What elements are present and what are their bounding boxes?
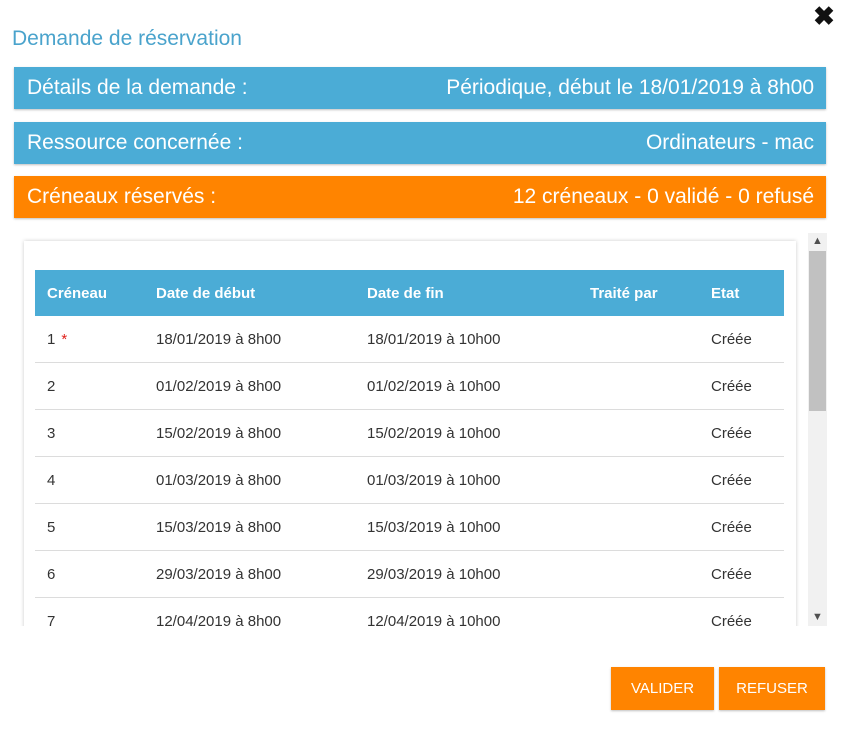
cell-creneau: 2 [35, 362, 144, 410]
cell-traite-par [578, 550, 699, 598]
cell-date-fin: 29/03/2019 à 10h00 [355, 550, 578, 598]
dialog-title: Demande de réservation [12, 27, 242, 50]
slots-table: Créneau Date de début Date de fin Traité… [35, 270, 784, 626]
cell-date-debut: 01/02/2019 à 8h00 [144, 362, 355, 410]
cell-traite-par [578, 503, 699, 551]
slots-value: 12 créneaux - 0 validé - 0 refusé [512, 185, 814, 208]
details-label: Détails de la demande : [27, 76, 248, 99]
header-date-fin: Date de fin [367, 284, 444, 302]
cell-etat: Créée [699, 503, 784, 551]
cell-date-debut: 15/03/2019 à 8h00 [144, 503, 355, 551]
validate-button[interactable]: VALIDER [611, 667, 714, 710]
cell-creneau: 3 [35, 409, 144, 457]
refuse-button[interactable]: REFUSER [719, 667, 825, 710]
slot-number: 1 [47, 330, 56, 348]
cell-date-debut: 12/04/2019 à 8h00 [144, 597, 355, 626]
scroll-thumb[interactable] [809, 251, 826, 411]
cell-etat: Créée [699, 316, 784, 363]
resource-value: Ordinateurs - mac [645, 131, 814, 154]
cell-date-debut: 15/02/2019 à 8h00 [144, 409, 355, 457]
cell-date-fin: 15/03/2019 à 10h00 [355, 503, 578, 551]
table-row: 4 01/03/2019 à 8h00 01/03/2019 à 10h00 C… [35, 456, 784, 504]
scroll-down-icon[interactable]: ▼ [808, 609, 827, 626]
slots-scroll-area[interactable]: Créneau Date de début Date de fin Traité… [14, 233, 827, 626]
scroll-up-icon[interactable]: ▲ [808, 233, 827, 250]
required-star: * [61, 330, 68, 348]
table-row: 6 29/03/2019 à 8h00 29/03/2019 à 10h00 C… [35, 550, 784, 598]
slots-bar: Créneaux réservés : 12 créneaux - 0 vali… [14, 176, 826, 218]
cell-creneau: 6 [35, 550, 144, 598]
cell-creneau: 7 [35, 597, 144, 626]
cell-date-debut: 29/03/2019 à 8h00 [144, 550, 355, 598]
table-row: 3 15/02/2019 à 8h00 15/02/2019 à 10h00 C… [35, 409, 784, 457]
cell-etat: Créée [699, 456, 784, 504]
cell-date-fin: 01/03/2019 à 10h00 [355, 456, 578, 504]
resource-bar: Ressource concernée : Ordinateurs - mac [14, 122, 826, 164]
table-row: 7 12/04/2019 à 8h00 12/04/2019 à 10h00 C… [35, 597, 784, 626]
details-bar: Détails de la demande : Périodique, débu… [14, 67, 826, 109]
cell-traite-par [578, 456, 699, 504]
cell-etat: Créée [699, 409, 784, 457]
slots-card: Créneau Date de début Date de fin Traité… [24, 241, 796, 626]
cell-creneau: 5 [35, 503, 144, 551]
cell-traite-par [578, 362, 699, 410]
resource-label: Ressource concernée : [27, 131, 243, 154]
cell-creneau: 1 * [35, 316, 144, 363]
table-row: 2 01/02/2019 à 8h00 01/02/2019 à 10h00 C… [35, 362, 784, 410]
vertical-scrollbar[interactable]: ▲ ▼ [808, 233, 827, 626]
header-etat: Etat [711, 284, 740, 302]
cell-date-fin: 12/04/2019 à 10h00 [355, 597, 578, 626]
close-icon[interactable]: ✖ [812, 3, 836, 29]
cell-date-debut: 01/03/2019 à 8h00 [144, 456, 355, 504]
cell-traite-par [578, 316, 699, 363]
cell-date-fin: 18/01/2019 à 10h00 [355, 316, 578, 363]
table-row: 5 15/03/2019 à 8h00 15/03/2019 à 10h00 C… [35, 503, 784, 551]
cell-date-fin: 15/02/2019 à 10h00 [355, 409, 578, 457]
cell-etat: Créée [699, 550, 784, 598]
cell-etat: Créée [699, 597, 784, 626]
cell-etat: Créée [699, 362, 784, 410]
cell-traite-par [578, 409, 699, 457]
slots-label: Créneaux réservés : [27, 185, 217, 208]
header-traite-par: Traité par [590, 284, 658, 302]
cell-date-debut: 18/01/2019 à 8h00 [144, 316, 355, 363]
header-creneau: Créneau [47, 284, 108, 302]
cell-traite-par [578, 597, 699, 626]
header-date-debut: Date de début [156, 284, 256, 302]
table-row: 1 * 18/01/2019 à 8h00 18/01/2019 à 10h00 … [35, 316, 784, 363]
table-header-row: Créneau Date de début Date de fin Traité… [35, 270, 784, 316]
cell-creneau: 4 [35, 456, 144, 504]
cell-date-fin: 01/02/2019 à 10h00 [355, 362, 578, 410]
details-value: Périodique, début le 18/01/2019 à 8h00 [446, 76, 814, 99]
